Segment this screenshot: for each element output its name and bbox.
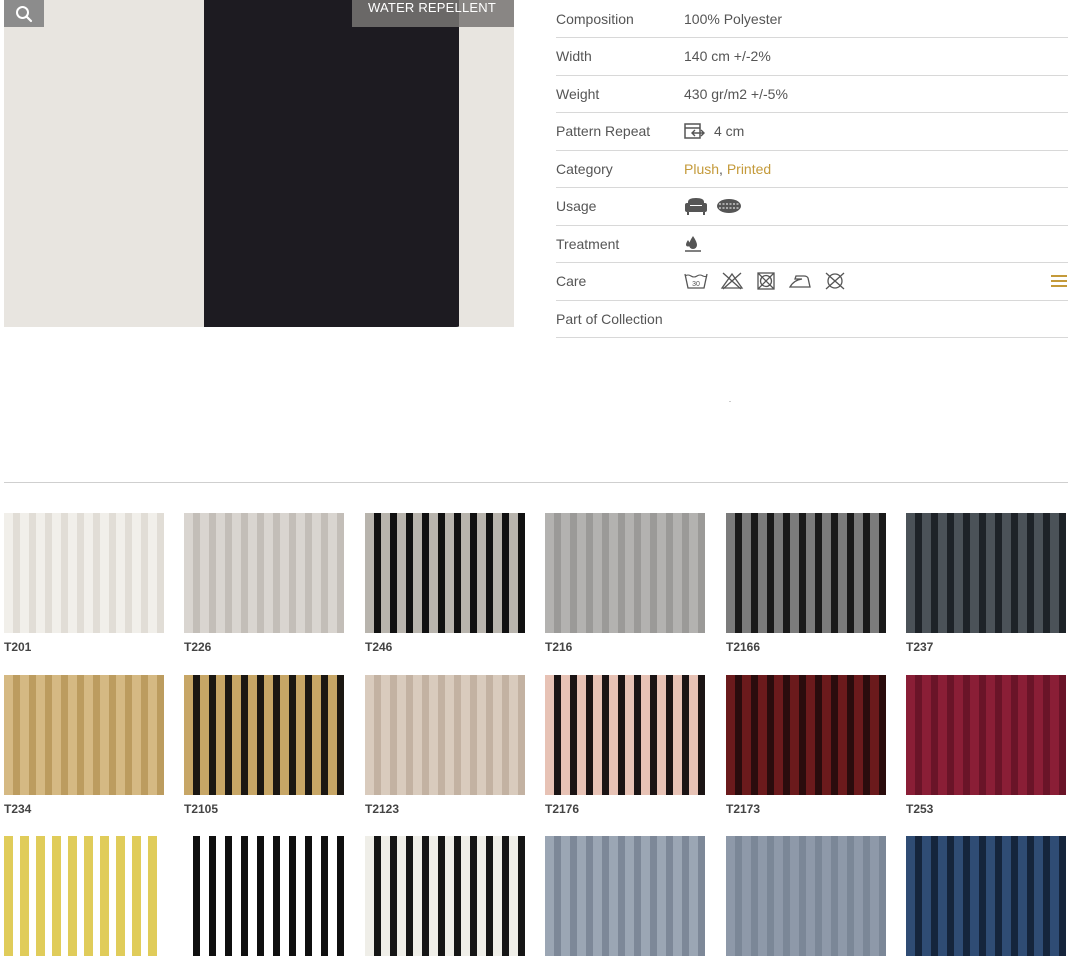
spec-row-category: Category Plush, Printed: [556, 151, 1068, 188]
swatch-item[interactable]: [545, 836, 705, 963]
wash-30-icon: 30: [684, 274, 708, 289]
swatch-image: [184, 513, 344, 633]
swatch-item[interactable]: T2176: [545, 675, 705, 816]
swatch-code: T2173: [726, 802, 761, 816]
swatch-image: [4, 675, 164, 795]
swatch-code: T2166: [726, 640, 761, 654]
menu-icon[interactable]: [1050, 274, 1068, 288]
swatch-item[interactable]: [365, 836, 525, 963]
swatch-image: [906, 675, 1066, 795]
swatch-image: [726, 675, 886, 795]
swatch-code: T2105: [184, 802, 219, 816]
swatch-image: [545, 513, 705, 633]
spec-label: Care: [556, 273, 587, 290]
search-icon: [16, 5, 33, 22]
spec-value: 430 gr/m2 +/-5%: [684, 85, 788, 102]
category-separator: ,: [719, 160, 727, 177]
swatch-item[interactable]: [726, 836, 886, 963]
product-image[interactable]: WATER REPELLENT: [4, 0, 514, 327]
swatch-item[interactable]: [184, 836, 344, 963]
badge-label: WATER REPELLENT: [368, 0, 496, 15]
spec-label: Treatment: [556, 235, 620, 252]
swatch-item[interactable]: T2123: [365, 675, 525, 816]
swatch-code: T253: [906, 802, 934, 816]
decorative-dot: [729, 401, 731, 402]
swatch-image: [906, 836, 1066, 956]
swatch-item[interactable]: T253: [906, 675, 1066, 816]
swatch-item[interactable]: T216: [545, 513, 705, 654]
fabric-photo: [4, 0, 514, 327]
swatch-image: [365, 675, 525, 795]
swatch-image: [726, 513, 886, 633]
swatch-item[interactable]: T2173: [726, 675, 886, 816]
spec-label: Category: [556, 160, 613, 177]
spec-value: 4 cm: [714, 123, 745, 140]
spec-value: 140 cm +/-2%: [684, 48, 771, 65]
section-divider: [4, 482, 1068, 483]
spec-label: Width: [556, 48, 592, 65]
swatch-item[interactable]: T226: [184, 513, 344, 654]
swatch-image: [726, 836, 886, 956]
spec-row-collection: Part of Collection: [556, 301, 1068, 338]
swatch-image: [365, 836, 525, 956]
spec-row-weight: Weight 430 gr/m2 +/-5%: [556, 76, 1068, 113]
cushion-icon: [717, 199, 741, 214]
spec-value: 100% Polyester: [684, 10, 783, 27]
swatch-code: T2176: [545, 802, 580, 816]
spec-label: Part of Collection: [556, 310, 663, 327]
no-tumble-dry-icon: [757, 272, 775, 290]
svg-text:30: 30: [692, 281, 700, 288]
spec-label: Usage: [556, 198, 597, 215]
swatch-code: T216: [545, 640, 573, 654]
swatch-code: T237: [906, 640, 934, 654]
no-bleach-icon: [720, 272, 744, 290]
swatch-image: [184, 836, 344, 956]
spec-label: Pattern Repeat: [556, 123, 651, 140]
swatch-item[interactable]: T237: [906, 513, 1066, 654]
swatch-item[interactable]: T2105: [184, 675, 344, 816]
zoom-button[interactable]: [4, 0, 44, 27]
category-link-printed[interactable]: Printed: [727, 161, 771, 177]
swatch-image: [365, 513, 525, 633]
swatch-item[interactable]: [4, 836, 164, 963]
no-dry-clean-icon: [825, 272, 845, 290]
swatch-code: T2123: [365, 802, 400, 816]
water-repellent-badge: WATER REPELLENT: [352, 0, 514, 27]
spec-label: Weight: [556, 85, 600, 102]
swatch-item[interactable]: T234: [4, 675, 164, 816]
spec-row-usage: Usage: [556, 188, 1068, 226]
swatch-code: T201: [4, 640, 32, 654]
swatch-image: [184, 675, 344, 795]
spec-row-care: Care 30: [556, 263, 1068, 301]
spec-row-pattern-repeat: Pattern Repeat 4 cm: [556, 113, 1068, 151]
swatch-code: T234: [4, 802, 32, 816]
pattern-repeat-icon: [684, 123, 705, 139]
swatch-item[interactable]: [906, 836, 1066, 963]
swatch-image: [4, 513, 164, 633]
swatch-item[interactable]: T246: [365, 513, 525, 654]
spec-table: Composition 100% Polyester Width 140 cm …: [556, 0, 1068, 338]
swatch-image: [545, 675, 705, 795]
swatch-item[interactable]: T201: [4, 513, 164, 654]
category-link-plush[interactable]: Plush: [684, 161, 719, 177]
swatch-image: [4, 836, 164, 956]
spec-row-width: Width 140 cm +/-2%: [556, 38, 1068, 76]
iron-low-icon: [788, 275, 811, 288]
water-repellent-icon: [685, 235, 701, 252]
spec-label: Composition: [556, 10, 634, 27]
swatch-image: [545, 836, 705, 956]
swatch-code: T246: [365, 640, 393, 654]
swatch-image: [906, 513, 1066, 633]
spec-row-treatment: Treatment: [556, 226, 1068, 263]
swatch-code: T226: [184, 640, 212, 654]
spec-row-composition: Composition 100% Polyester: [556, 0, 1068, 38]
armchair-icon: [685, 198, 707, 216]
swatch-item[interactable]: T2166: [726, 513, 886, 654]
